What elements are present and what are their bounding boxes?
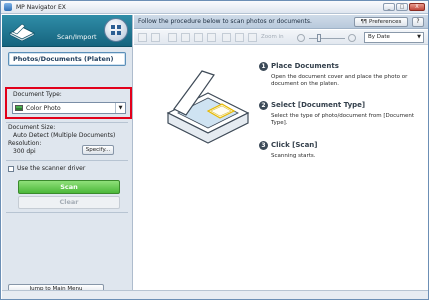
- preferences-label: Preferences: [369, 19, 402, 25]
- step-number: 2: [259, 101, 268, 110]
- divider: [6, 122, 128, 123]
- zoom-in-icon[interactable]: [348, 34, 356, 42]
- document-type-group: Document Type: Color Photo ▼: [5, 87, 132, 119]
- minimize-button[interactable]: _: [383, 3, 395, 11]
- left-panel: Scan/Import Photos/Documents (Platen) Do…: [2, 15, 133, 299]
- scanner-illustration: [166, 70, 250, 144]
- zoom-slider-track[interactable]: [309, 38, 345, 39]
- document-size-label: Document Size:: [8, 124, 56, 131]
- zoom-icon[interactable]: [248, 33, 257, 42]
- rotate-180-icon[interactable]: [194, 33, 203, 42]
- title-bar: MP Navigator EX _ □ X: [1, 1, 428, 14]
- right-panel: Follow the procedure below to scan photo…: [134, 15, 428, 299]
- step-description: Scanning starts.: [271, 153, 316, 159]
- dropdown-arrow-icon: ▼: [417, 34, 421, 40]
- instruction-text: Follow the procedure below to scan photo…: [138, 18, 312, 25]
- scanner-driver-checkbox[interactable]: [8, 165, 14, 172]
- mode-header: Scan/Import: [2, 15, 132, 47]
- help-button[interactable]: ?: [412, 17, 424, 27]
- fit-icon[interactable]: [222, 33, 231, 42]
- app-window: MP Navigator EX _ □ X Scan/Import Photos…: [0, 0, 429, 300]
- scanner-driver-option: Use the scanner driver: [8, 165, 85, 172]
- document-type-label: Document Type:: [13, 91, 62, 98]
- resolution-label: Resolution:: [8, 140, 42, 147]
- source-tab-photos-documents-platen[interactable]: Photos/Documents (Platen): [8, 52, 126, 66]
- preferences-icon: ¶¶: [360, 19, 367, 25]
- mode-title: Scan/Import: [57, 33, 97, 41]
- crop-icon[interactable]: [207, 33, 216, 42]
- divider: [6, 160, 128, 161]
- menu-grid-icon: [111, 25, 121, 35]
- document-type-select[interactable]: Color Photo ▼: [12, 102, 126, 114]
- status-bar: [2, 290, 428, 299]
- maximize-button[interactable]: □: [396, 3, 408, 11]
- zoom-out-icon[interactable]: [297, 34, 305, 42]
- step-description: Open the document cover and place the ph…: [271, 74, 408, 87]
- close-button[interactable]: X: [409, 3, 425, 11]
- document-size-value: Auto Detect (Multiple Documents): [13, 132, 116, 139]
- step-title: Click [Scan]: [271, 141, 318, 149]
- step-number: 1: [259, 62, 268, 71]
- preferences-button[interactable]: ¶¶ Preferences: [354, 17, 408, 27]
- select-all-icon[interactable]: [138, 33, 147, 42]
- step-title: Select [Document Type]: [271, 101, 366, 109]
- zoom-label: Zoom in: [261, 34, 284, 40]
- enlarge-icon[interactable]: [235, 33, 244, 42]
- divider: [6, 212, 128, 213]
- dropdown-arrow-icon[interactable]: ▼: [115, 103, 125, 113]
- view-icon[interactable]: [151, 33, 160, 42]
- sort-value: By Date: [368, 34, 390, 40]
- sort-select[interactable]: By Date ▼: [364, 32, 424, 43]
- document-type-value: Color Photo: [26, 104, 61, 112]
- instruction-bar: Follow the procedure below to scan photo…: [134, 15, 428, 29]
- main-menu-button[interactable]: [104, 18, 128, 42]
- image-toolbar: Zoom in By Date ▼: [134, 30, 428, 45]
- scan-button[interactable]: Scan: [18, 180, 120, 194]
- specify-button[interactable]: Specify...: [82, 145, 114, 155]
- app-icon: [4, 3, 12, 11]
- scanner-icon: [9, 23, 35, 41]
- scanner-driver-label: Use the scanner driver: [17, 165, 86, 172]
- step-number: 3: [259, 141, 268, 150]
- rotate-left-icon[interactable]: [168, 33, 177, 42]
- step-title: Place Documents: [271, 62, 339, 70]
- step-description: Select the type of photo/document from […: [271, 113, 414, 126]
- zoom-slider-thumb[interactable]: [317, 34, 321, 42]
- clear-button[interactable]: Clear: [18, 196, 120, 209]
- resolution-value: 300 dpi: [13, 148, 36, 155]
- window-title: MP Navigator EX: [16, 3, 66, 11]
- rotate-right-icon[interactable]: [181, 33, 190, 42]
- photo-icon: [15, 105, 23, 111]
- window-controls: _ □ X: [383, 3, 425, 11]
